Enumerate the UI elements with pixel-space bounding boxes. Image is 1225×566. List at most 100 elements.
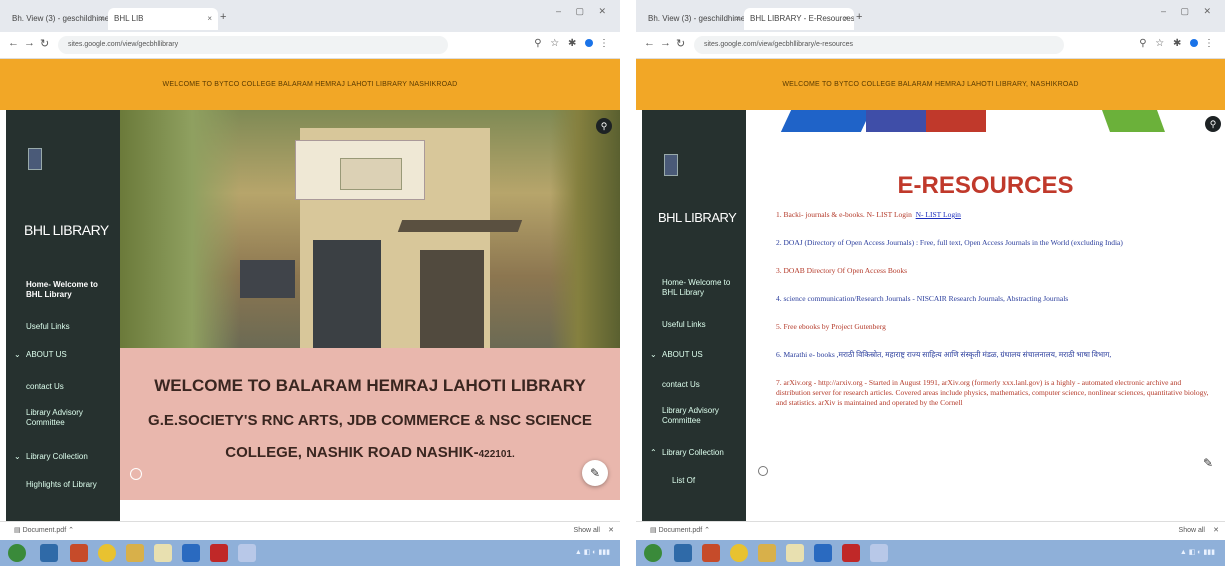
window-controls[interactable]: – ▢ ✕ [556, 6, 612, 17]
close-icon[interactable]: ✕ [1213, 522, 1219, 540]
close-icon[interactable]: × [99, 8, 104, 30]
sidebar-item-label: Committee [662, 416, 701, 425]
taskbar-app-icon[interactable] [674, 544, 692, 562]
taskbar-app-icon[interactable] [702, 544, 720, 562]
sidebar-item-list-of[interactable]: List Of [672, 476, 695, 486]
sidebar-item-library-collection[interactable]: ⌃ Library Collection [650, 448, 724, 458]
resource-item-6[interactable]: 6. Marathi e- books ,मराठी विकिस्रोत, मह… [776, 350, 1215, 360]
back-icon[interactable]: ← [644, 37, 655, 49]
sidebar-item-library-advisory[interactable]: Library Advisory Committee [26, 408, 83, 428]
taskbar-app-icon[interactable] [182, 544, 200, 562]
hero-photo: ⚲ [120, 110, 620, 348]
chrome-icon[interactable] [730, 544, 748, 562]
folder-icon[interactable] [126, 544, 144, 562]
url-field[interactable]: sites.google.com/view/gecbhllibrary [58, 36, 448, 54]
forward-icon[interactable]: → [660, 37, 671, 49]
chevron-down-icon[interactable]: ⌄ [14, 452, 21, 462]
tab-label: Bh. View (3) - geschildhime@... [12, 14, 110, 23]
sidebar-item-about-us[interactable]: ⌄ ABOUT US [14, 350, 67, 360]
address-bar-row: ← → ↻ sites.google.com/view/gecbhllibrar… [636, 32, 1225, 59]
show-all-link[interactable]: Show all [1179, 522, 1205, 540]
nlist-login-link[interactable]: N- LIST Login [916, 210, 961, 219]
reload-icon[interactable]: ↻ [40, 37, 49, 50]
left-browser-window: Bh. View (3) - geschildhime@...× BHL LIB… [0, 0, 620, 566]
window-shape [420, 250, 484, 348]
right-browser-window: Bh. View (3) - geschildhime@...× BHL LIB… [636, 0, 1225, 566]
reload-icon[interactable]: ↻ [676, 37, 685, 50]
close-icon[interactable]: ✕ [608, 522, 614, 540]
taskbar-app-icon[interactable] [786, 544, 804, 562]
edit-pencil-button[interactable]: ✎ [582, 460, 608, 486]
building-sign-marathi [340, 158, 402, 190]
pdf-icon[interactable] [210, 544, 228, 562]
download-filename: Document.pdf [658, 527, 703, 534]
show-all-link[interactable]: Show all [574, 522, 600, 540]
page-heading: E-RESOURCES [897, 172, 1074, 199]
download-item[interactable]: ▤ Document.pdf ⌃ [650, 522, 710, 540]
resource-item-2[interactable]: 2. DOAJ (Directory of Open Access Journa… [776, 238, 1215, 248]
taskbar-app-icon[interactable] [70, 544, 88, 562]
start-icon[interactable] [644, 544, 662, 562]
main-content: ⚲ E-RESOURCES 1. Backi- journals & e-boo… [746, 110, 1225, 522]
start-icon[interactable] [8, 544, 26, 562]
resource-item-1: 1. Backi- journals & e-books. N- LIST Lo… [776, 210, 1215, 220]
taskbar-app-icon[interactable] [40, 544, 58, 562]
new-tab-icon[interactable]: + [856, 11, 862, 23]
sidebar-item-contact-us[interactable]: contact Us [662, 380, 700, 390]
circle-icon[interactable] [758, 466, 768, 476]
new-tab-icon[interactable]: + [220, 11, 226, 23]
edit-pencil-icon[interactable]: ✎ [1203, 456, 1213, 470]
sidebar-item-home[interactable]: Home- Welcome to BHL Library [662, 278, 730, 298]
sidebar-item-library-advisory[interactable]: Library Advisory Committee [662, 406, 719, 426]
sidebar-item-home[interactable]: Home- Welcome to BHL Library [26, 280, 98, 300]
system-tray[interactable]: ▲ ◧ ◐ ▮▮▮ [575, 548, 610, 556]
tab-active[interactable]: BHL LIBRARY - E-Resources × [744, 8, 854, 30]
circle-icon[interactable] [130, 468, 142, 480]
window-shape [240, 260, 295, 298]
forward-icon[interactable]: → [24, 37, 35, 49]
tab-inactive[interactable]: Bh. View (3) - geschildhime@...× [642, 8, 746, 30]
tab-active[interactable]: BHL LIB × [108, 8, 218, 30]
sidebar-item-contact-us[interactable]: contact Us [26, 382, 64, 392]
folder-icon[interactable] [758, 544, 776, 562]
taskbar-app-icon[interactable] [154, 544, 172, 562]
download-filename: Document.pdf [22, 527, 67, 534]
sidebar-item-label: Library Advisory [662, 406, 719, 415]
pdf-icon[interactable] [842, 544, 860, 562]
profile-icon[interactable] [585, 39, 594, 48]
search-icon[interactable]: ⚲ [1205, 116, 1221, 132]
system-tray[interactable]: ▲ ◧ ◐ ▮▮▮ [1180, 548, 1215, 556]
chevron-down-icon[interactable]: ⌄ [14, 350, 21, 360]
download-item[interactable]: ▤ Document.pdf ⌃ [14, 522, 74, 540]
resource-item-4[interactable]: 4. science communication/Research Journa… [776, 294, 1215, 304]
url-field[interactable]: sites.google.com/view/gecbhllibrary/e-re… [694, 36, 1064, 54]
resource-item-5[interactable]: 5. Free ebooks by Project Gutenberg [776, 322, 1215, 332]
chevron-down-icon[interactable]: ⌃ [650, 448, 657, 458]
chrome-icon[interactable] [98, 544, 116, 562]
tab-inactive[interactable]: Bh. View (3) - geschildhime@...× [6, 8, 110, 30]
sidebar-item-useful-links[interactable]: Useful Links [662, 320, 706, 330]
taskbar-app-icon[interactable] [814, 544, 832, 562]
sidebar-item-highlights[interactable]: Highlights of Library [26, 480, 97, 490]
sidebar-item-library-collection[interactable]: ⌄ Library Collection [14, 452, 88, 462]
sidebar-item-label: Committee [26, 418, 65, 427]
toolbar-extensions[interactable]: ⚲ ☆ ✱ ⋮ [1139, 38, 1217, 49]
close-icon[interactable]: × [843, 8, 848, 30]
tab-strip: Bh. View (3) - geschildhime@...× BHL LIB… [636, 0, 1225, 32]
sidebar-item-useful-links[interactable]: Useful Links [26, 322, 70, 332]
back-icon[interactable]: ← [8, 37, 19, 49]
library-logo [28, 148, 42, 170]
close-icon[interactable]: × [735, 8, 740, 30]
toolbar-extensions[interactable]: ⚲ ☆ ✱ ⋮ [534, 38, 612, 49]
resource-item-7[interactable]: 7. arXiv.org - http://arxiv.org - Starte… [776, 378, 1215, 458]
search-icon[interactable]: ⚲ [596, 118, 612, 134]
resource-item-3[interactable]: 3. DOAB Directory Of Open Access Books [776, 266, 1215, 276]
profile-icon[interactable] [1190, 39, 1199, 48]
taskbar-app-icon[interactable] [238, 544, 256, 562]
chevron-down-icon[interactable]: ⌄ [650, 350, 657, 360]
sidebar-item-label: ABOUT US [26, 350, 67, 359]
close-icon[interactable]: × [207, 8, 212, 30]
window-controls[interactable]: – ▢ ✕ [1161, 6, 1217, 17]
taskbar-app-icon[interactable] [870, 544, 888, 562]
sidebar-item-about-us[interactable]: ⌄ ABOUT US [650, 350, 703, 360]
